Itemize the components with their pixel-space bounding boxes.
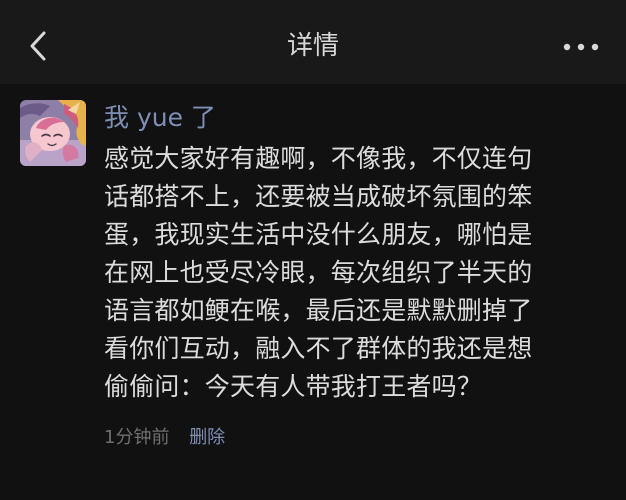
post-content-line: 看你们互动，融入不了群体的我还是想 (104, 334, 533, 363)
more-horizontal-icon (563, 43, 599, 51)
post-meta: 1分钟前 删除 (104, 424, 225, 452)
more-options-button[interactable] (556, 32, 606, 62)
author-name-link[interactable]: 我 yue 了 (104, 98, 216, 138)
post-content-line: 话都搭不上，还要被当成破坏氛围的笨 (104, 182, 533, 211)
post-content-line: 偷偷问：今天有人带我打王者吗？ (104, 372, 483, 401)
avatar[interactable] (20, 100, 86, 166)
post-content-line: 蛋，我现实生活中没什么朋友，哪怕是 (104, 220, 533, 249)
moment-detail-page: 详情 我 yue 了 感觉大家好有趣啊，不像我，不仅连句 话都搭不上，还要被当成… (0, 0, 626, 500)
post-content: 感觉大家好有趣啊，不像我，不仅连句 话都搭不上，还要被当成破坏氛围的笨 蛋，我现… (104, 140, 609, 406)
post-timestamp: 1分钟前 (104, 427, 170, 448)
top-navigation-bar: 详情 (0, 0, 626, 84)
delete-button[interactable]: 删除 (189, 427, 225, 448)
post-content-line: 语言都如鲠在喉，最后还是默默删掉了 (104, 296, 533, 325)
post-content-line: 在网上也受尽冷眼，每次组织了半天的 (104, 258, 533, 287)
page-title: 详情 (286, 31, 339, 61)
post-content-line: 感觉大家好有趣啊，不像我，不仅连句 (104, 144, 533, 173)
cartoon-pony-avatar (20, 100, 86, 166)
